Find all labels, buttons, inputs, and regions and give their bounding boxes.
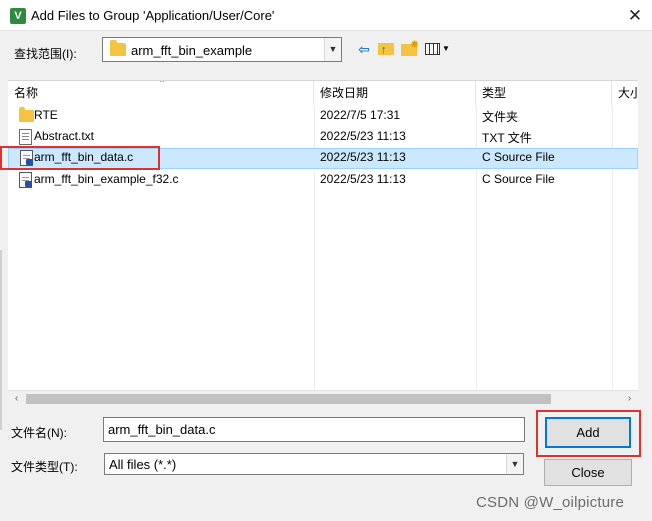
chevron-down-icon[interactable]: ▼: [324, 38, 341, 61]
file-name: arm_fft_bin_example_f32.c: [34, 172, 179, 186]
file-type-label: 文件类型(T):: [11, 460, 78, 474]
folder-icon: [110, 40, 126, 56]
file-type-combo[interactable]: All files (*.*) ▼: [104, 453, 524, 475]
file-type: C Source File: [482, 150, 555, 164]
look-in-value: arm_fft_bin_example: [131, 43, 253, 58]
chevron-right-icon[interactable]: ›: [621, 391, 638, 407]
file-name-label: 文件名(N):: [11, 426, 67, 440]
file-name: Abstract.txt: [34, 129, 95, 143]
highlight-box-add-button: [536, 410, 641, 457]
file-type: C Source File: [482, 172, 555, 186]
file-date: 2022/5/23 11:13: [320, 129, 406, 143]
up-folder-icon[interactable]: ↑: [377, 40, 395, 58]
list-item[interactable]: Abstract.txt 2022/5/23 11:13 TXT 文件: [8, 127, 638, 148]
highlight-box-selected-file: [0, 146, 160, 170]
text-file-icon: [19, 129, 32, 145]
horizontal-scrollbar[interactable]: ‹ ›: [8, 390, 638, 407]
file-type: 文件夹: [482, 110, 519, 124]
look-in-label: 查找范围(I):: [14, 47, 77, 61]
file-type: TXT 文件: [482, 131, 532, 145]
sort-caret-icon: ⌃: [158, 80, 167, 90]
close-icon[interactable]: ✕: [620, 4, 650, 28]
column-header-type[interactable]: 类型: [476, 81, 612, 105]
file-date: 2022/7/5 17:31: [320, 108, 401, 122]
app-icon: V: [10, 8, 26, 24]
close-button[interactable]: Close: [544, 459, 632, 486]
list-item[interactable]: arm_fft_bin_example_f32.c 2022/5/23 11:1…: [8, 170, 638, 191]
watermark: CSDN @W_oilpicture: [476, 494, 625, 511]
scrollbar-thumb[interactable]: [26, 394, 551, 404]
column-header-date[interactable]: 修改日期: [314, 81, 476, 105]
new-folder-icon[interactable]: ✸: [400, 39, 420, 58]
column-header-size[interactable]: 大小: [612, 81, 638, 105]
file-date: 2022/5/23 11:13: [320, 150, 406, 164]
file-name-input[interactable]: [103, 417, 525, 442]
look-in-combo[interactable]: arm_fft_bin_example ▼: [102, 37, 342, 62]
window-edge: [0, 250, 2, 430]
chevron-left-icon[interactable]: ‹: [8, 391, 25, 407]
back-arrow-icon[interactable]: ⇦: [355, 40, 373, 58]
window-title: Add Files to Group 'Application/User/Cor…: [31, 8, 275, 23]
view-menu-icon[interactable]: ▼: [423, 40, 453, 58]
title-bar: V Add Files to Group 'Application/User/C…: [0, 0, 652, 31]
file-list[interactable]: 名称 ⌃ 修改日期 类型 大小 RTE 2022/7/5 17:31 文件夹 A…: [8, 80, 638, 406]
c-file-icon: [19, 172, 32, 188]
list-item[interactable]: RTE 2022/7/5 17:31 文件夹: [8, 106, 638, 127]
file-type-value: All files (*.*): [109, 457, 177, 472]
folder-icon: [19, 107, 34, 122]
file-date: 2022/5/23 11:13: [320, 172, 406, 186]
file-name: RTE: [34, 108, 58, 122]
chevron-down-icon[interactable]: ▼: [506, 454, 523, 474]
